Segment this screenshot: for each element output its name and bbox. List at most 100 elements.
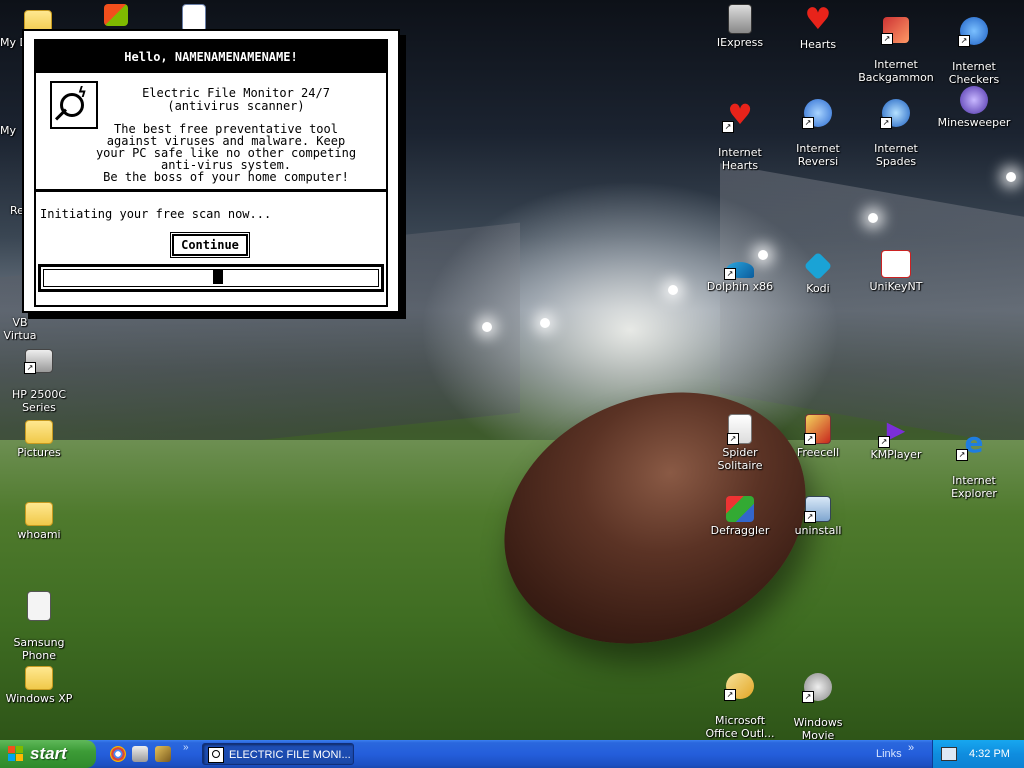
desktop-icon-kmplayer[interactable]: ▶ ↗ KMPlayer bbox=[857, 414, 935, 461]
desktop-icon-internet-hearts[interactable]: ♥ ↗ Internet Hearts bbox=[701, 86, 779, 173]
start-button[interactable]: start bbox=[0, 740, 96, 768]
stadium-light bbox=[540, 318, 550, 328]
chrome-icon[interactable] bbox=[110, 746, 126, 762]
desktop-icon-label: Microsoft Office Outl... bbox=[705, 714, 775, 740]
desktop-icon-label: UniKeyNT bbox=[869, 280, 923, 293]
dialog-title: Hello, NAMENAMENAMENAME! bbox=[36, 41, 386, 73]
desktop-icon-internet-reversi[interactable]: ↗ Internet Reversi bbox=[779, 86, 857, 168]
kodi-icon bbox=[803, 251, 833, 281]
heart-globe-icon: ♥ ↗ bbox=[722, 99, 756, 133]
stadium-light bbox=[482, 322, 492, 332]
desktop-icon-dolphin[interactable]: ↗ Dolphin x86 bbox=[701, 250, 779, 293]
desktop-icon-label: Minesweeper bbox=[937, 116, 1011, 129]
mine-icon bbox=[960, 86, 988, 114]
desktop-icon-label: Spider Solitaire bbox=[717, 446, 763, 472]
links-toolbar[interactable]: Links bbox=[876, 740, 902, 768]
kmplayer-icon: ▶ ↗ bbox=[878, 414, 912, 448]
desktop-icon-label: Re bbox=[10, 204, 24, 217]
magnifier-icon bbox=[208, 747, 224, 763]
description-line: Be the boss of your home computer! bbox=[103, 170, 349, 184]
tools-quicklaunch-icon[interactable] bbox=[155, 746, 171, 762]
continue-button[interactable]: Continue bbox=[170, 232, 250, 258]
checkers-icon: ↗ bbox=[958, 17, 988, 47]
desktop-icon-label: Hearts bbox=[799, 38, 837, 51]
desktop-icon-label: uninstall bbox=[794, 524, 842, 537]
desktop-icon-label: Windows XP bbox=[5, 692, 73, 705]
desktop-icon-internet-checkers[interactable]: ↗ Internet Checkers bbox=[935, 4, 1013, 86]
desktop-icon-pictures[interactable]: Pictures bbox=[0, 414, 78, 459]
stadium-light bbox=[868, 213, 878, 223]
desktop-icon-label: Internet Checkers bbox=[948, 60, 1000, 86]
desktop-icon-windows-update[interactable] bbox=[96, 4, 136, 28]
desktop-icon-defraggler[interactable]: Defraggler bbox=[701, 496, 779, 537]
desktop-icon-whoami[interactable]: whoami bbox=[0, 496, 78, 541]
desktop-icon-label: My bbox=[0, 124, 17, 137]
grass-field bbox=[0, 440, 1024, 740]
backgammon-icon: ↗ bbox=[881, 17, 909, 45]
stadium-light bbox=[1006, 172, 1016, 182]
desktop-icon-internet-backgammon[interactable]: ↗ Internet Backgammon bbox=[857, 4, 935, 84]
desktop-icon-label: whoami bbox=[17, 528, 61, 541]
iexpress-icon bbox=[728, 4, 752, 34]
antivirus-dialog: Hello, NAMENAMENAMENAME! ϟ Electric File… bbox=[22, 29, 400, 313]
desktop-icon-internet-explorer[interactable]: e ↗ Internet Explorer bbox=[935, 414, 1013, 501]
desktop-icon-minesweeper[interactable]: Minesweeper bbox=[935, 86, 1013, 129]
product-subtitle: (antivirus scanner) bbox=[167, 99, 305, 113]
reversi-icon: ↗ bbox=[802, 99, 832, 129]
desktop-icon-label: Kodi bbox=[806, 282, 830, 295]
progress-track bbox=[43, 269, 379, 287]
start-label: start bbox=[30, 744, 67, 763]
system-tray: 4:32 PM bbox=[932, 740, 1024, 768]
folder-icon bbox=[25, 420, 53, 444]
clock[interactable]: 4:32 PM bbox=[969, 740, 1010, 768]
product-description: The best free preventative tool against … bbox=[76, 123, 376, 183]
quicklaunch-more[interactable]: » bbox=[183, 742, 189, 753]
desktop-icon-hearts[interactable]: ♥ Hearts bbox=[779, 4, 857, 52]
taskbar: start » ELECTRIC FILE MONI... Links » 4:… bbox=[0, 740, 1024, 768]
scan-progress-bar bbox=[38, 264, 384, 292]
desktop-icon-label: Internet Hearts bbox=[718, 146, 762, 172]
desktop-icon-samsung-phone[interactable]: Samsung Phone bbox=[0, 578, 78, 662]
desktop-icon-unikeynt[interactable]: UniKeyNT bbox=[857, 250, 935, 293]
desktop-icon-label: KMPlayer bbox=[870, 448, 922, 461]
unikey-icon bbox=[881, 250, 911, 278]
desktop-icon-label: Pictures bbox=[17, 446, 61, 459]
desktop-icon-internet-spades[interactable]: ↗ Internet Spades bbox=[857, 86, 935, 168]
progress-indicator bbox=[213, 270, 223, 284]
desktop-icon-kodi[interactable]: Kodi bbox=[779, 250, 857, 295]
desktop-icon-iexpress[interactable]: IExpress bbox=[701, 4, 779, 49]
uninstall-icon: ↗ bbox=[804, 496, 831, 523]
desktop-icon-uninstall[interactable]: ↗ uninstall bbox=[779, 496, 857, 537]
desktop-icon-spider-solitaire[interactable]: ↗ Spider Solitaire bbox=[701, 414, 779, 472]
taskbar-button-electric-file-monitor[interactable]: ELECTRIC FILE MONI... bbox=[202, 743, 354, 765]
desktop-icon-label: Internet Backgammon bbox=[858, 58, 934, 84]
desktop-icon-outlook[interactable]: ↗ Microsoft Office Outl... bbox=[701, 660, 779, 740]
folder-icon bbox=[25, 666, 53, 690]
folder-icon bbox=[25, 502, 53, 526]
stadium-light bbox=[668, 285, 678, 295]
dialog-frame: Hello, NAMENAMENAMENAME! ϟ Electric File… bbox=[34, 39, 388, 307]
product-name: Electric File Monitor 24/7 (antivirus sc… bbox=[106, 87, 366, 113]
document-icon bbox=[182, 4, 206, 32]
spreadsheet-icon bbox=[27, 591, 51, 621]
desktop-icon-label: Samsung Phone bbox=[13, 636, 65, 662]
desktop-icon-label: Freecell bbox=[796, 446, 840, 459]
desktop-icon-label: Defraggler bbox=[710, 524, 770, 537]
network-icon[interactable] bbox=[941, 747, 957, 761]
desktop-icon-windows-xp[interactable]: Windows XP bbox=[0, 660, 78, 705]
desktop-icon-hp-printer[interactable]: ↗ HP 2500C Series bbox=[0, 330, 78, 414]
windows-logo-icon bbox=[104, 4, 128, 26]
spades-icon: ↗ bbox=[880, 99, 910, 129]
spider-cards-icon: ↗ bbox=[727, 414, 752, 445]
task-label: ELECTRIC FILE MONI... bbox=[229, 749, 351, 761]
freecell-icon: ↗ bbox=[804, 414, 831, 445]
film-reel-icon: ↗ bbox=[802, 673, 832, 703]
desktop-icon-label: Internet Reversi bbox=[796, 142, 840, 168]
printer-quicklaunch-icon[interactable] bbox=[132, 746, 148, 762]
printer-icon: ↗ bbox=[24, 349, 53, 374]
links-more[interactable]: » bbox=[908, 742, 914, 754]
magnifier-lightning-icon: ϟ bbox=[50, 81, 98, 129]
desktop-icon-freecell[interactable]: ↗ Freecell bbox=[779, 414, 857, 459]
internet-explorer-icon: e ↗ bbox=[956, 427, 990, 461]
desktop-icon-label: Internet Explorer bbox=[951, 474, 997, 500]
